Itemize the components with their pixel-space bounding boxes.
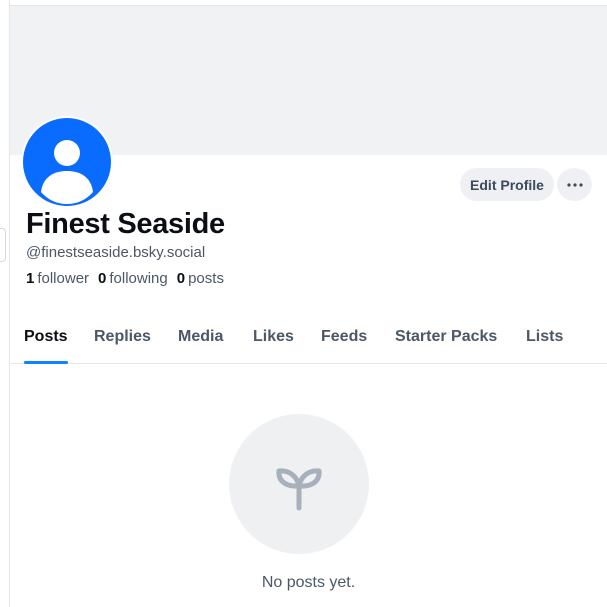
tab-label: Likes [253, 328, 294, 345]
avatar[interactable] [21, 116, 113, 208]
empty-state-illustration [229, 414, 369, 554]
display-name: Finest Seaside [26, 208, 225, 240]
edit-profile-button[interactable]: Edit Profile [460, 168, 554, 201]
tab-label: Feeds [321, 328, 368, 345]
tab-label: Lists [526, 328, 564, 345]
following-label: following [109, 270, 168, 287]
tab-label: Starter Packs [395, 328, 498, 345]
more-options-button[interactable] [557, 168, 592, 201]
profile-handle: @finestseaside.bsky.social [26, 244, 206, 261]
profile-tabs: Posts Replies Media Likes Feeds Starter … [10, 320, 607, 364]
following-stat[interactable]: 0 following [98, 270, 168, 287]
tab-likes[interactable]: Likes [253, 328, 294, 364]
followers-stat[interactable]: 1 follower [26, 270, 89, 287]
drawer-handle[interactable] [0, 228, 6, 262]
active-tab-indicator [24, 361, 68, 364]
tab-starter-packs[interactable]: Starter Packs [395, 328, 497, 364]
posts-label: posts [188, 270, 224, 287]
left-rail [0, 0, 10, 607]
ellipsis-icon [566, 182, 583, 187]
followers-label: follower [37, 270, 90, 287]
tab-replies[interactable]: Replies [94, 328, 151, 364]
empty-state-message: No posts yet. [261, 574, 356, 591]
tab-label: Media [178, 328, 224, 345]
tab-posts[interactable]: Posts [24, 328, 68, 364]
tab-lists[interactable]: Lists [526, 328, 563, 364]
tab-label: Posts [24, 328, 68, 345]
following-count: 0 [98, 270, 107, 287]
profile-page: Edit Profile Finest Seaside @finestseasi… [0, 0, 607, 607]
tab-media[interactable]: Media [178, 328, 223, 364]
tab-feeds[interactable]: Feeds [321, 328, 367, 364]
profile-stats: 1 follower 0 following 0 posts [26, 270, 224, 287]
posts-stat: 0 posts [177, 270, 224, 287]
followers-count: 1 [26, 270, 35, 287]
posts-count: 0 [176, 270, 186, 287]
tab-label: Replies [94, 328, 151, 345]
seedling-icon [276, 468, 322, 511]
default-user-avatar-icon [23, 118, 111, 206]
